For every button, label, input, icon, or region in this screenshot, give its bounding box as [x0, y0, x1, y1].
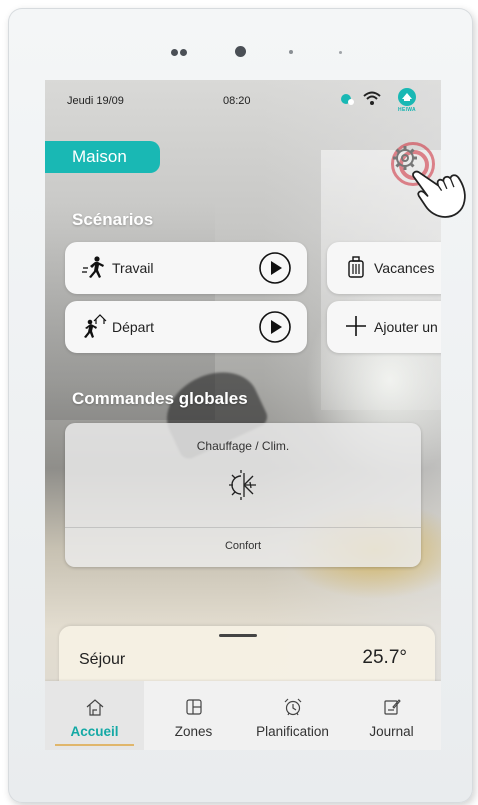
status-date: Jeudi 19/09 [67, 95, 124, 107]
person-leaving-home-icon [84, 314, 107, 338]
nav-label: Accueil [70, 724, 119, 739]
zones-icon [185, 699, 202, 715]
sun-snowflake-icon [229, 470, 256, 500]
wifi-icon [363, 91, 381, 105]
app-screen: Jeudi 19/09 08:20 HEIWA Maison Scénarios… [45, 80, 441, 750]
room-temperature: 25.7° [362, 647, 407, 668]
connection-status-icon [341, 94, 354, 105]
hvac-command-card[interactable]: Chauffage / Clim. Confort [65, 423, 421, 567]
status-time: 08:20 [223, 95, 251, 107]
journal-edit-icon [383, 699, 401, 715]
scenario-card-depart[interactable]: Départ [65, 301, 307, 353]
status-bar: Jeudi 19/09 08:20 HEIWA [45, 80, 441, 120]
logo-icon [398, 88, 416, 106]
plus-icon [346, 316, 366, 336]
nav-label: Planification [256, 724, 329, 739]
nav-accueil[interactable]: Accueil [45, 681, 144, 750]
pointing-hand-icon [412, 170, 466, 218]
nav-label: Zones [174, 724, 213, 739]
scenario-label: Départ [112, 319, 155, 335]
nav-journal[interactable]: Journal [342, 681, 441, 750]
logo-text: HEIWA [398, 107, 416, 113]
bottom-navigation: Accueil Zones Planification Journal [45, 681, 441, 750]
heiwa-logo: HEIWA [394, 87, 420, 115]
scenario-label: Vacances [374, 260, 435, 276]
nav-label: Journal [369, 724, 414, 739]
active-tab-indicator [55, 744, 134, 746]
scenarios-title: Scénarios [72, 210, 154, 229]
sensor-dot [289, 50, 293, 54]
sensor-dot [339, 51, 342, 54]
home-selector[interactable]: Maison [45, 141, 160, 173]
scenario-card-travail[interactable]: Travail [65, 242, 307, 294]
drag-handle[interactable] [219, 634, 257, 637]
sensor-dot [180, 49, 187, 56]
add-scenario-card[interactable]: Ajouter un [327, 301, 441, 353]
hvac-title: Chauffage / Clim. [196, 439, 290, 453]
running-person-icon [82, 256, 104, 278]
hvac-mode[interactable]: Confort [65, 540, 421, 552]
add-scenario-label: Ajouter un [374, 319, 438, 335]
card-divider [65, 527, 421, 528]
play-button[interactable] [259, 311, 291, 343]
nav-zones[interactable]: Zones [144, 681, 243, 750]
scenario-label: Travail [112, 260, 154, 276]
global-commands-title: Commandes globales [72, 389, 248, 408]
room-name: Séjour [79, 651, 126, 668]
scenario-card-vacances[interactable]: Vacances [327, 242, 441, 294]
alarm-clock-icon [284, 698, 301, 716]
camera-lens [235, 46, 246, 57]
home-icon [86, 699, 103, 716]
play-button[interactable] [259, 252, 291, 284]
suitcase-icon [348, 256, 364, 278]
sensor-dot [171, 49, 178, 56]
nav-planification[interactable]: Planification [243, 681, 342, 750]
